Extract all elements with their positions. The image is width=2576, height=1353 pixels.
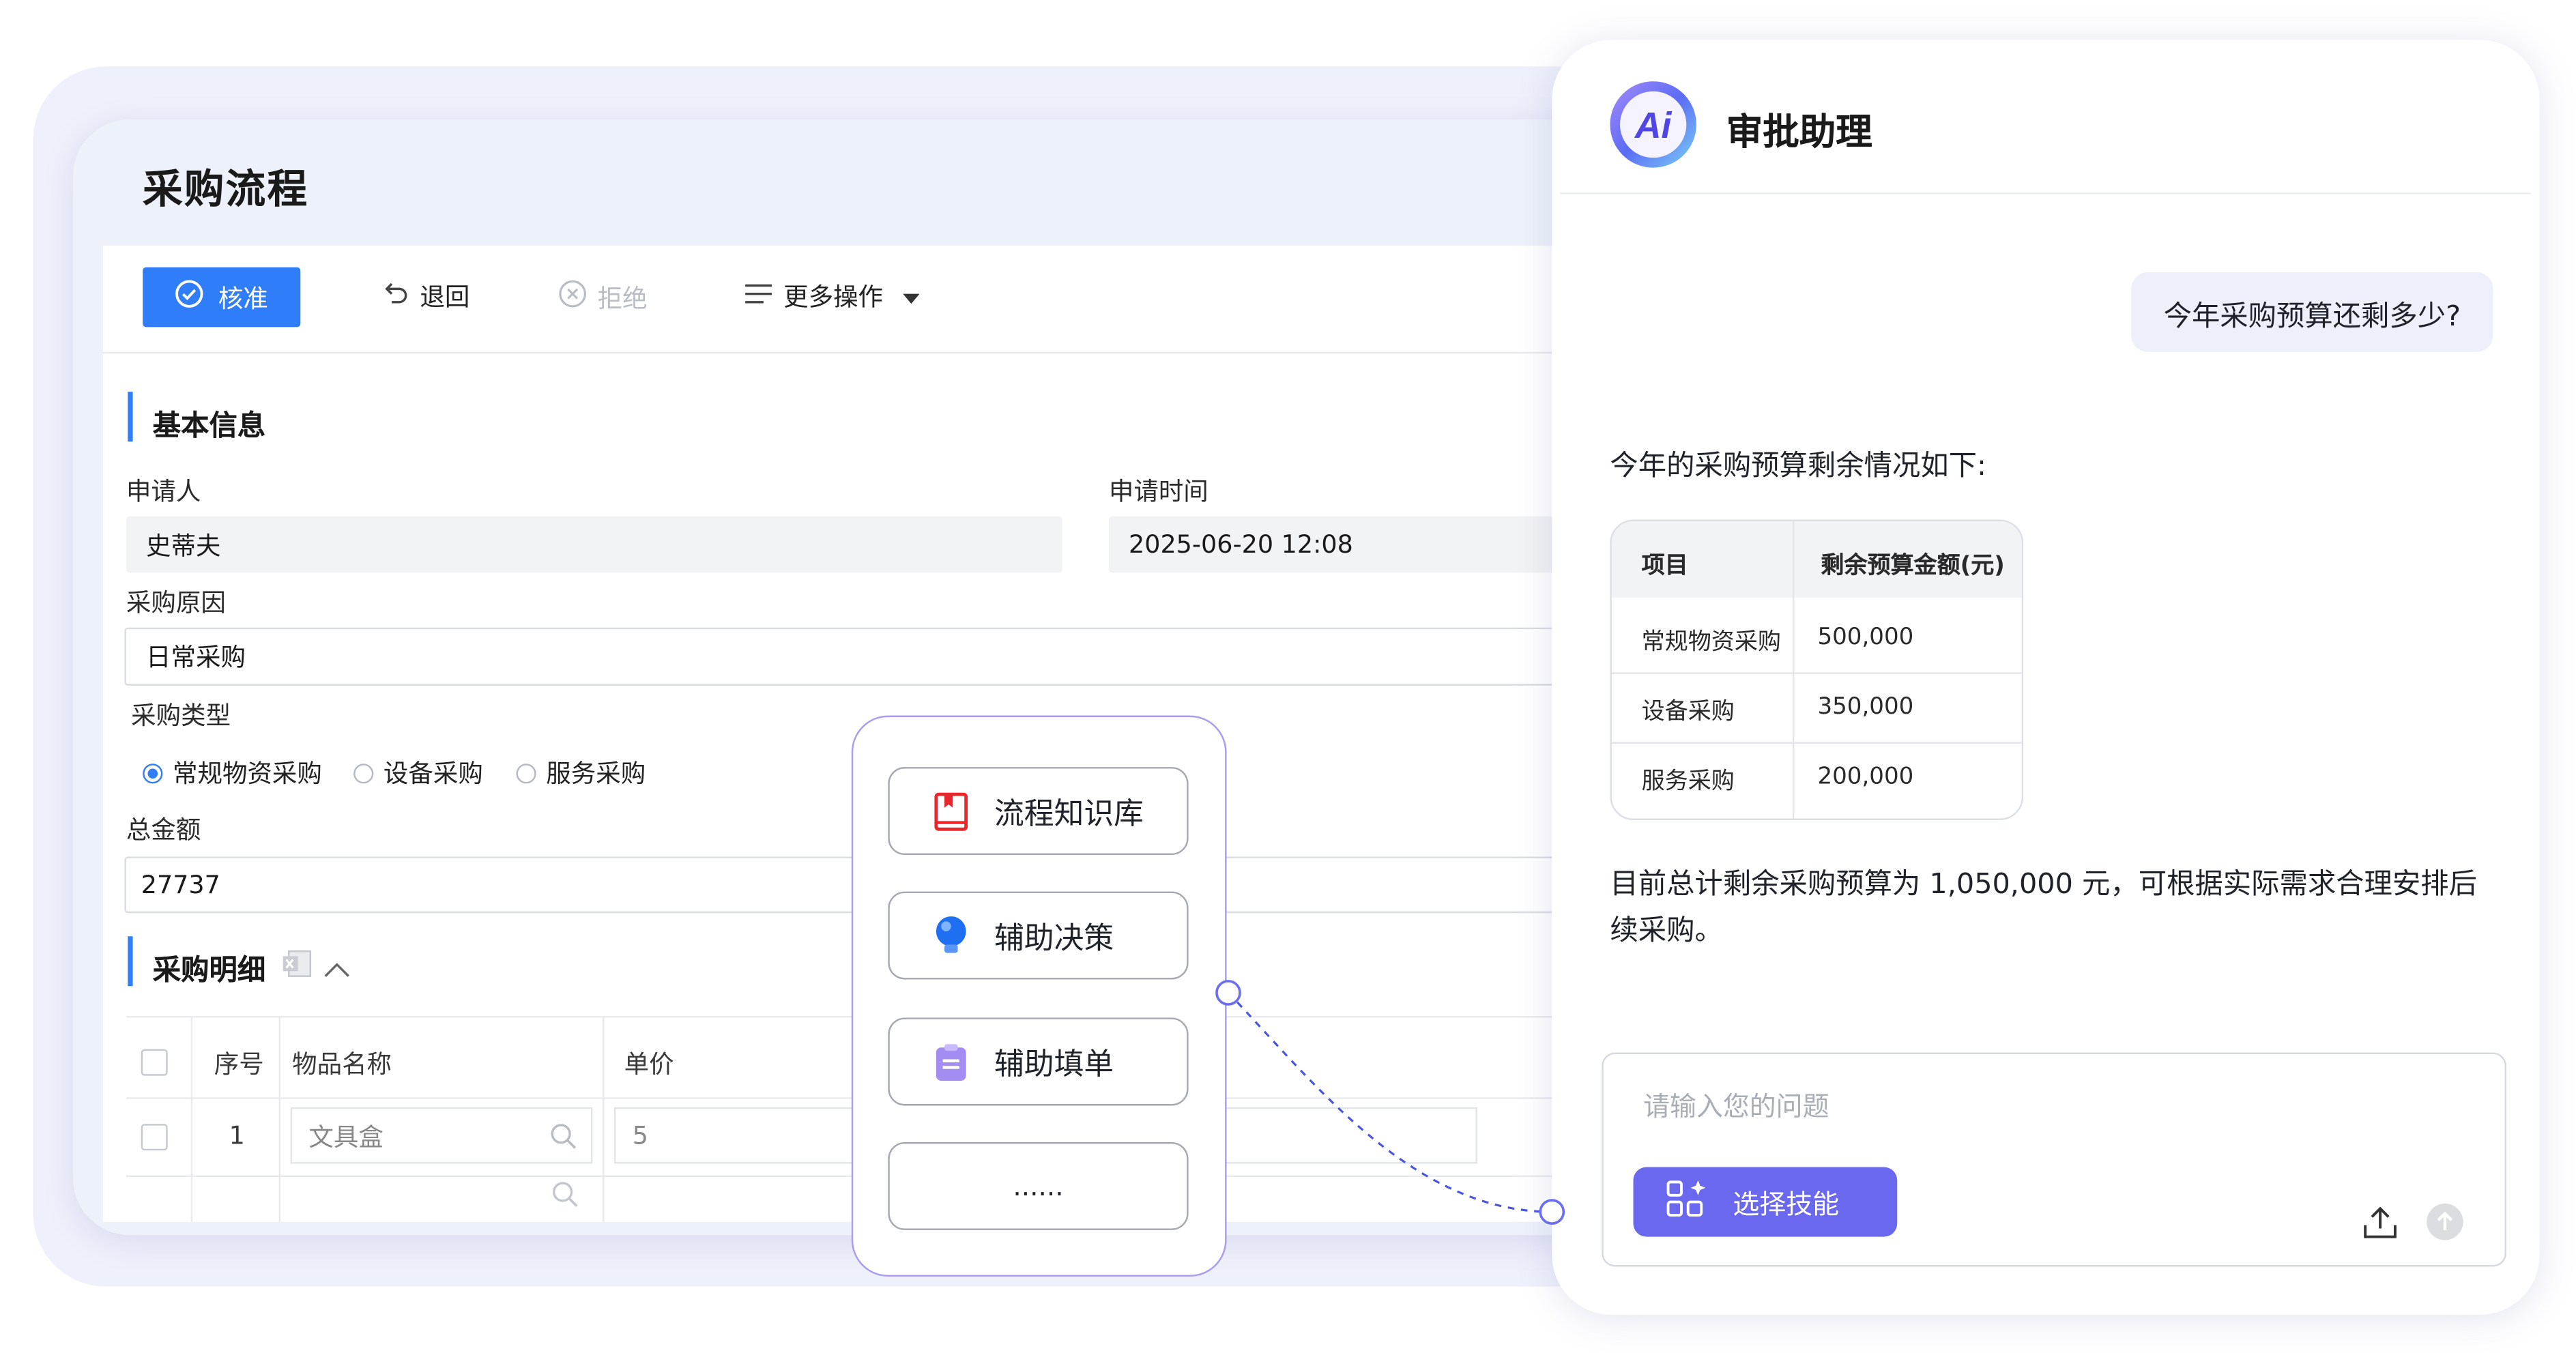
connector-line <box>1215 980 1565 1225</box>
